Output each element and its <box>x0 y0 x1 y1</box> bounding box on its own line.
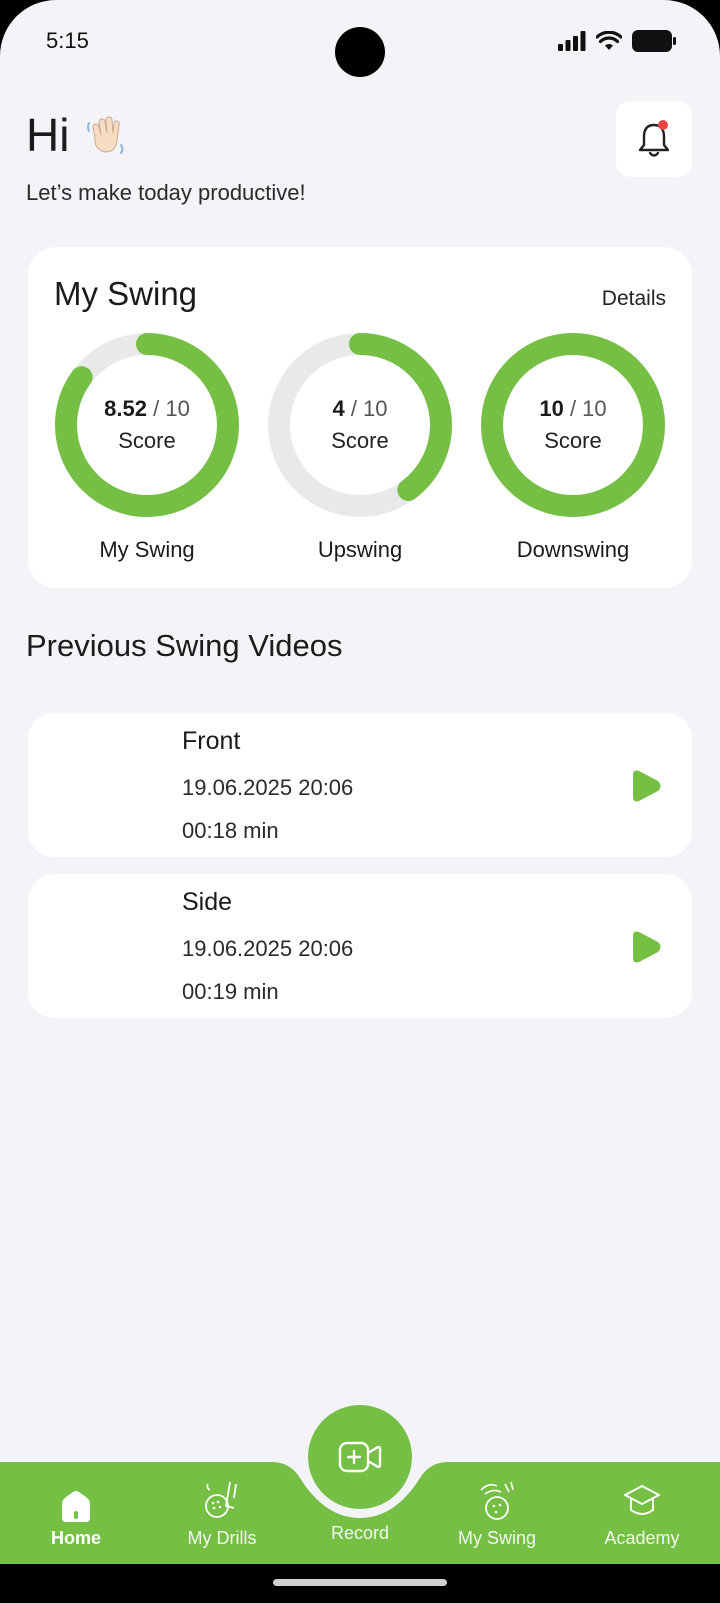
score-label: Downswing <box>516 537 630 562</box>
video-date: 19.06.2025 20:06 <box>182 936 354 961</box>
video-item-side[interactable]: Side 19.06.2025 20:06 00:19 min <box>28 874 692 1018</box>
video-add-icon <box>338 1441 382 1473</box>
nav-item-home[interactable]: Home <box>11 1478 141 1549</box>
video-item-front[interactable]: Front 19.06.2025 20:06 00:18 min <box>28 713 692 857</box>
greeting: Hi <box>26 108 129 162</box>
bell-icon <box>638 120 670 157</box>
status-icons <box>558 30 676 52</box>
nav-label: Academy <box>604 1528 680 1548</box>
video-duration: 00:19 min <box>182 979 279 1004</box>
score-max: 10 <box>363 396 388 421</box>
greeting-text: Hi <box>26 109 70 161</box>
notification-dot <box>658 120 668 130</box>
score-value: 10 <box>539 396 564 421</box>
nav-label: Home <box>50 1528 101 1548</box>
cellular-signal-icon <box>558 31 586 51</box>
graduation-cap-icon <box>624 1485 660 1515</box>
nav-item-my-drills[interactable]: My Drills <box>157 1478 287 1549</box>
video-date: 19.06.2025 20:06 <box>182 775 354 800</box>
video-name: Front <box>182 727 241 755</box>
score-label: Upswing <box>317 537 403 562</box>
score-value: 8.52 <box>104 396 147 421</box>
nav-item-my-swing[interactable]: My Swing <box>432 1478 562 1549</box>
card-title: My Swing <box>54 275 198 312</box>
score-unit: Score <box>331 428 389 453</box>
home-icon <box>62 1491 90 1522</box>
score-max: 10 <box>582 396 607 421</box>
greeting-subtitle: Let’s make today productive! <box>26 180 306 205</box>
score-unit: Score <box>544 428 602 453</box>
details-link[interactable]: Details <box>602 287 666 311</box>
my-swing-card: My Swing Details 8.52 / 10 Score My Swin… <box>28 247 692 588</box>
video-name: Side <box>182 888 233 916</box>
app-screen: 5:15 Hi Let’s make today productive! My … <box>0 0 720 1603</box>
golf-drills-icon <box>205 1481 237 1518</box>
waving-hand-icon <box>87 116 124 154</box>
nav-item-academy[interactable]: Academy <box>577 1478 707 1549</box>
camera-cutout <box>335 27 385 77</box>
score-value: 4 <box>332 396 345 421</box>
play-icon[interactable] <box>630 930 662 964</box>
nav-label: My Swing <box>457 1528 537 1548</box>
notifications-button[interactable] <box>616 101 692 177</box>
score-unit: Score <box>118 428 176 453</box>
score-ring-my-swing[interactable]: 8.52 / 10 Score <box>54 332 240 518</box>
golf-swing-icon <box>480 1481 514 1520</box>
home-indicator[interactable] <box>273 1579 447 1586</box>
section-title: Previous Swing Videos <box>26 628 343 663</box>
score-max: 10 <box>165 396 190 421</box>
record-button[interactable] <box>308 1405 412 1509</box>
play-icon[interactable] <box>630 769 662 803</box>
nav-label-record[interactable]: Record <box>300 1523 420 1544</box>
score-ring-upswing[interactable]: 4 / 10 Score <box>267 332 453 518</box>
score-label: My Swing <box>99 537 195 562</box>
nav-label: My Drills <box>187 1528 257 1548</box>
status-time: 5:15 <box>46 28 89 53</box>
wifi-icon <box>596 31 622 50</box>
battery-icon <box>632 30 676 52</box>
score-ring-downswing[interactable]: 10 / 10 Score <box>480 332 666 518</box>
video-duration: 00:18 min <box>182 818 279 843</box>
